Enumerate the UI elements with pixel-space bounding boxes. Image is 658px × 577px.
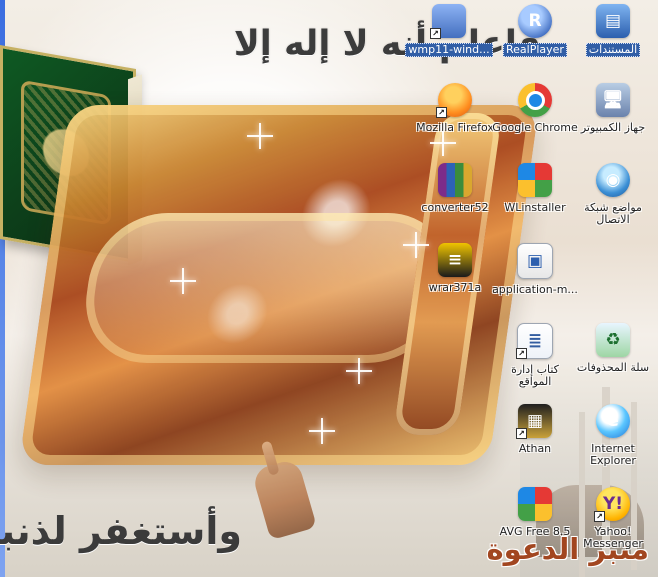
desktop: فاعلم أنه لا إله إلا وأستغفر لذنبك منبر … [0,0,658,577]
desktop-shortcut-internet-explorer[interactable]: e Internet Explorer [568,404,658,484]
desktop-icon-label: Google Chrome [492,122,578,134]
desktop-shortcut-avg[interactable]: AVG Free 8.5 [490,487,580,567]
athan-icon: ▦ ↗ [516,404,552,439]
recycle-bin-icon: ♻ [596,323,630,357]
desktop-icon-label: Athan [518,443,552,455]
desktop-file-application-m[interactable]: ▣ application-m... [490,243,580,323]
shortcut-arrow-icon: ↗ [516,348,527,359]
desktop-file-wrar371a[interactable]: ≡ wrar371a [410,243,500,323]
raised-hand-image [251,457,317,541]
desktop-shortcut-firefox[interactable]: ↗ Mozilla Firefox [410,83,500,163]
realplayer-icon: R [518,4,552,38]
shortcut-arrow-icon: ↗ [436,107,447,118]
desktop-shortcut-yahoo-messenger[interactable]: Y! ↗ Yahoo! Messenger [568,487,658,567]
avg-icon [518,487,552,521]
desktop-shortcut-chrome[interactable]: Google Chrome [490,83,580,163]
media-player-icon: ↗ [430,4,466,39]
desktop-icon-label: AVG Free 8.5 [499,526,571,538]
desktop-file-converter52[interactable]: converter52 [410,163,500,243]
windows-installer-icon [518,163,552,197]
wallpaper-bottom-text: وأستغفر لذنبك [0,509,242,553]
desktop-icon-label: المستندات [585,43,641,57]
desktop-icon-label: wmp11-wind... [405,43,493,57]
firefox-icon: ↗ [436,83,472,118]
desktop-file-wlinstaller[interactable]: WLinstaller [490,163,580,243]
desktop-icon-label: application-m... [492,284,578,296]
document-icon: ≣ ↗ [516,323,553,359]
desktop-icon-my-computer[interactable]: 🖥 جهاز الكمبيوتر [568,83,658,163]
desktop-icon-label: converter52 [421,202,489,214]
desktop-icon-label: مواضع شبكة الاتصال [584,202,642,226]
network-places-icon: ◉ [596,163,630,197]
shortcut-arrow-icon: ↗ [430,28,441,39]
desktop-icon-label: جهاز الكمبيوتر [580,122,646,134]
desktop-icon-recycle-bin[interactable]: ♻ سلة المحذوفات [568,323,658,403]
yahoo-messenger-icon: Y! ↗ [594,487,630,522]
desktop-icon-label: Yahoo! Messenger [583,526,643,550]
desktop-shortcut-wmp11[interactable]: ↗ wmp11-wind... [404,4,494,84]
documents-icon: ▤ [596,4,630,38]
desktop-icon-network-places[interactable]: ◉ مواضع شبكة الاتصال [568,163,658,243]
winamp-archive-icon: ≡ [438,243,472,277]
desktop-icon-label: Internet Explorer [590,443,636,467]
application-file-icon: ▣ [517,243,553,279]
winrar-icon [438,163,472,197]
desktop-icon-documents[interactable]: ▤ المستندات [568,4,658,84]
shortcut-arrow-icon: ↗ [516,428,527,439]
desktop-icon-label: Mozilla Firefox [416,122,494,134]
desktop-shortcut-realplayer[interactable]: R RealPlayer [490,4,580,84]
desktop-icon-label: WLinstaller [504,202,566,214]
chrome-icon [518,83,552,117]
desktop-icon-label: سلة المحذوفات [576,362,650,374]
desktop-icon-label: كتاب إدارة المواقع [511,364,559,388]
desktop-shortcut-athan[interactable]: ▦ ↗ Athan [490,404,580,484]
computer-icon: 🖥 [596,83,630,117]
internet-explorer-icon: e [596,404,630,438]
desktop-icon-label: RealPlayer [503,43,567,57]
shortcut-arrow-icon: ↗ [594,511,605,522]
desktop-icon-label: wrar371a [428,282,482,294]
desktop-file-document[interactable]: ≣ ↗ كتاب إدارة المواقع [490,323,580,403]
